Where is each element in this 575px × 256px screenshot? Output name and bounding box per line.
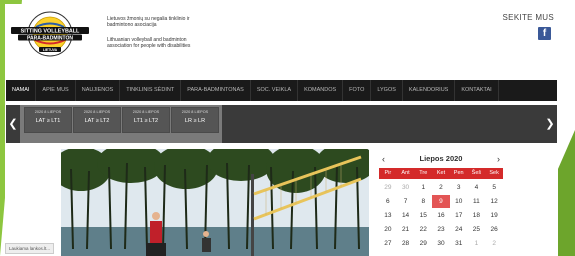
calendar-day-cell[interactable]: 4 [468, 181, 486, 194]
nav-item-soc-veikla[interactable]: SOC. VEIKLA [251, 80, 299, 101]
calendar-day-cell[interactable]: 2 [432, 181, 450, 194]
calendar-month-title: Liepos 2020 [419, 154, 463, 163]
nav-item-apie-mus[interactable]: APIE MUS [36, 80, 76, 101]
calendar-day-cell[interactable]: 8 [414, 195, 432, 208]
match-teams: LAT ≥ LT1 [35, 118, 61, 124]
weekday-label: Tre [419, 170, 428, 176]
weekday-label: Ket [436, 170, 446, 176]
calendar-day-cell[interactable]: 20 [379, 223, 397, 236]
calendar-day-cell[interactable]: 17 [450, 209, 468, 222]
calendar-day-cell[interactable]: 28 [397, 237, 415, 250]
facebook-icon[interactable]: f [538, 27, 551, 40]
calendar-day-cell[interactable]: 23 [432, 223, 450, 236]
match-card[interactable]: 2020 8 LIEPOS LR ≥ LR [171, 107, 219, 133]
match-teams: LT1 ≥ LT2 [133, 118, 159, 124]
calendar-next-button[interactable]: › [497, 152, 500, 166]
calendar-day-cell[interactable]: 21 [397, 223, 415, 236]
nav-item-kalendorius[interactable]: KALENDORIUS [403, 80, 456, 101]
calendar-day-cell[interactable]: 1 [414, 181, 432, 194]
weekday-label: Šeš [471, 170, 482, 176]
nav-item-para-badmintonas[interactable]: PARA-BADMINTONAS [181, 80, 251, 101]
nav-item-lygos[interactable]: LYGOS [371, 80, 403, 101]
calendar-day-cell[interactable]: 19 [485, 209, 503, 222]
calendar-day-cell[interactable]: 31 [450, 237, 468, 250]
match-card[interactable]: 2020 8 LIEPOS LAT ≥ LT1 [24, 107, 72, 133]
calendar-day-cell[interactable]: 30 [432, 237, 450, 250]
calendar-day-cell[interactable]: 3 [450, 181, 468, 194]
hero-photo [61, 149, 369, 256]
match-list: 2020 8 LIEPOS LAT ≥ LT1 2020 8 LIEPOS LA… [20, 105, 222, 143]
calendar-day-grid: 29 30 1 2 3 4 5 6 7 8 9 10 11 12 13 14 15 16 17 18 19 20 21 22 2… [379, 181, 503, 250]
logo-text-line3: LIETUVA [43, 48, 58, 52]
calendar-day-cell[interactable]: 25 [468, 223, 486, 236]
calendar-day-cell[interactable]: 15 [414, 209, 432, 222]
match-teams: LR ≥ LR [184, 118, 206, 124]
logo-text-line1: SITTING VOLLEYBALL [21, 29, 80, 35]
chevron-left-icon[interactable]: ❮ [6, 105, 20, 143]
calendar-day-cell[interactable]: 13 [379, 209, 397, 222]
match-date: 2020 8 LIEPOS [83, 110, 111, 114]
chevron-right-icon[interactable]: ❯ [543, 105, 557, 143]
nav-item-naujienos[interactable]: NAUJIENOS [76, 80, 121, 101]
nav-item-komandos[interactable]: KOMANDOS [298, 80, 344, 101]
calendar-day-cell[interactable]: 9 [432, 195, 450, 208]
calendar-day-cell[interactable]: 7 [397, 195, 415, 208]
follow-us-label: SEKITE MUS [502, 13, 554, 22]
site-logo[interactable]: SITTING VOLLEYBALL PARA-BADMINTON LIETUV… [9, 10, 91, 58]
match-date: 2020 8 LIEPOS [34, 110, 62, 114]
calendar-day-cell[interactable]: 27 [379, 237, 397, 250]
calendar-day-cell[interactable]: 12 [485, 195, 503, 208]
association-name-en: Lithuanian volleyball and badminton asso… [107, 37, 191, 49]
weekday-label: Pen [453, 170, 464, 176]
calendar-day-cell[interactable]: 5 [485, 181, 503, 194]
calendar-day-cell[interactable]: 1 [468, 237, 486, 250]
calendar-day-cell[interactable]: 26 [485, 223, 503, 236]
calendar-day-cell[interactable]: 10 [450, 195, 468, 208]
weekday-label: Pir [384, 170, 392, 176]
match-teams: LAT ≥ LT2 [84, 118, 110, 124]
calendar-day-cell[interactable]: 29 [414, 237, 432, 250]
nav-item-kontaktai[interactable]: KONTAKTAI [455, 80, 499, 101]
calendar-day-cell[interactable]: 24 [450, 223, 468, 236]
calendar-weekday-row: Pir Ant Tre Ket Pen Šeš Sek [379, 168, 503, 179]
calendar-day-cell[interactable]: 22 [414, 223, 432, 236]
weekday-label: Ant [401, 170, 410, 176]
match-card[interactable]: 2020 8 LIEPOS LT1 ≥ LT2 [122, 107, 170, 133]
calendar-day-cell[interactable]: 6 [379, 195, 397, 208]
match-card[interactable]: 2020 8 LIEPOS LAT ≥ LT2 [73, 107, 121, 133]
calendar-day-cell[interactable]: 30 [397, 181, 415, 194]
logo-text-line2: PARA-BADMINTON [27, 35, 73, 41]
calendar-day-cell[interactable]: 2 [485, 237, 503, 250]
status-bar: Laukiama lankos.lt... [5, 243, 55, 254]
calendar-day-cell[interactable]: 14 [397, 209, 415, 222]
calendar-widget: ‹ Liepos 2020 › Pir Ant Tre Ket Pen Šeš … [379, 152, 503, 250]
nav-item-namai[interactable]: NAMAI [6, 80, 37, 101]
page: SITTING VOLLEYBALL PARA-BADMINTON LIETUV… [5, 4, 558, 256]
calendar-day-cell[interactable]: 16 [432, 209, 450, 222]
association-name-lt: Lietuvos žmonių su negalia tinklinio ir … [107, 16, 190, 28]
calendar-day-cell[interactable]: 11 [468, 195, 486, 208]
match-date: 2020 8 LIEPOS [181, 110, 209, 114]
weekday-label: Sek [489, 170, 499, 176]
nav-item-foto[interactable]: FOTO [343, 80, 372, 101]
results-strip: ❮ 2020 8 LIEPOS LAT ≥ LT1 2020 8 LIEPOS … [6, 105, 557, 143]
match-date: 2020 8 LIEPOS [132, 110, 160, 114]
calendar-day-cell[interactable]: 29 [379, 181, 397, 194]
main-nav: NAMAI APIE MUS NAUJIENOS TINKLINIS SĖDIN… [6, 80, 557, 101]
nav-item-tinklinis-sedint[interactable]: TINKLINIS SĖDINT [120, 80, 182, 101]
calendar-day-cell[interactable]: 18 [468, 209, 486, 222]
